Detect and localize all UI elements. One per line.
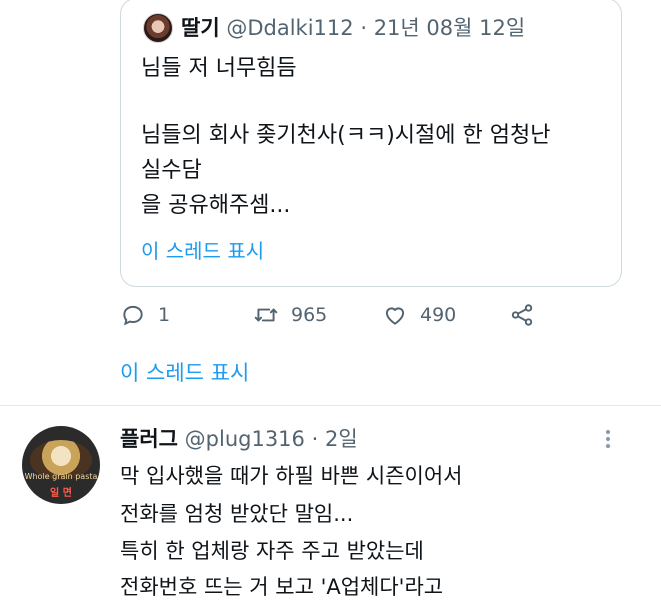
share-icon [511, 304, 533, 326]
like-button[interactable]: 490 [382, 302, 456, 328]
reply-author-handle[interactable]: @plug1316 [185, 427, 305, 451]
reply-icon [123, 305, 143, 326]
tweet-divider [0, 405, 661, 406]
reply-tweet-header: 플러그 @plug1316 · 2일 [120, 424, 358, 454]
quoted-author-handle[interactable]: @Ddalki112 [226, 16, 353, 40]
retweet-icon [254, 308, 278, 322]
share-button[interactable] [509, 302, 535, 328]
reply-tweet-line: 막 입사했을 때가 하필 바쁜 시즌이어서 [120, 464, 463, 488]
quoted-tweet-line: 을 공유해주셈... [141, 193, 291, 218]
show-thread-link[interactable]: 이 스레드 표시 [120, 357, 249, 387]
reply-tweet-line: 전화를 엄청 받았단 말임... [120, 502, 354, 526]
retweet-button[interactable]: 965 [253, 302, 327, 328]
reply-tweet-time[interactable]: 2일 [325, 427, 358, 451]
quoted-tweet-card[interactable]: 딸기 @Ddalki112 · 21년 08월 12일 님들 저 너무힘듬 님들… [120, 0, 622, 287]
reply-count: 1 [158, 304, 171, 326]
reply-button[interactable]: 1 [120, 302, 170, 328]
avatar-caption: 일 면 [50, 488, 72, 499]
heart-icon [385, 307, 405, 325]
quoted-tweet-line: 님들의 회사 좆기천사(ㅋㅋ)시절에 한 엄청난 [141, 123, 551, 148]
header-separator: · [311, 427, 319, 451]
quoted-tweet-line: 실수담 [141, 158, 202, 183]
header-separator: · [360, 16, 367, 40]
avatar-caption: Whole grain pasta [24, 472, 98, 481]
reply-tweet-line: 전화번호 뜨는 거 보고 'A업체다'라고 [120, 575, 444, 599]
quoted-show-thread-link[interactable]: 이 스레드 표시 [141, 235, 264, 264]
quoted-tweet-line: 님들 저 너무힘듬 [141, 56, 297, 81]
quoted-author-name[interactable]: 딸기 [181, 16, 220, 40]
reply-tweet-line: 특히 한 업체랑 자주 주고 받았는데 [120, 539, 424, 563]
reply-author-name[interactable]: 플러그 [120, 427, 178, 451]
quoted-author-avatar[interactable] [143, 13, 173, 43]
retweet-count: 965 [291, 304, 328, 326]
like-count: 490 [420, 304, 457, 326]
more-options-icon[interactable] [602, 430, 614, 450]
quoted-tweet-date[interactable]: 21년 08월 12일 [374, 16, 525, 40]
reply-author-avatar[interactable]: Whole grain pasta 일 면 [22, 426, 100, 504]
quoted-tweet-header: 딸기 @Ddalki112 · 21년 08월 12일 [181, 13, 525, 43]
